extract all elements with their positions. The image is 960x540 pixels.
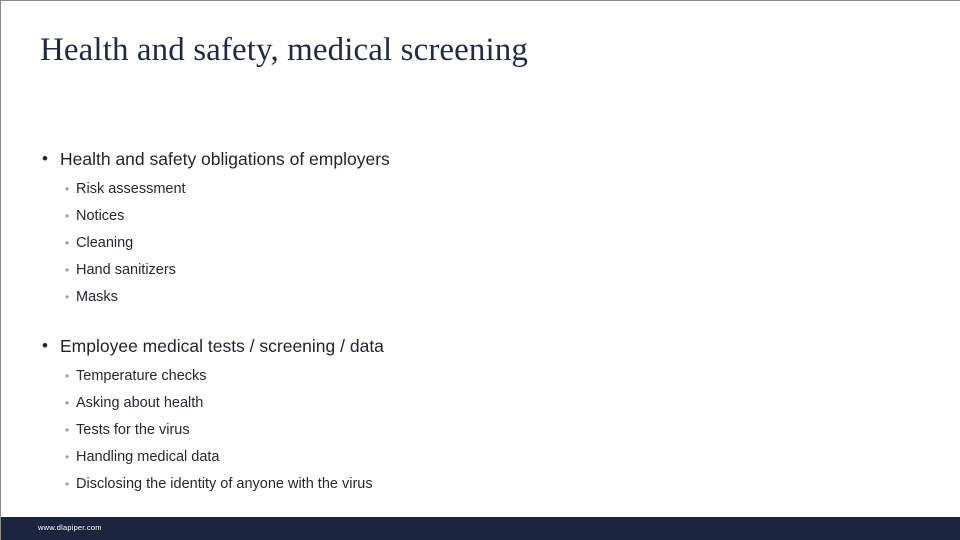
footer-website-url: www.dlapiper.com [38, 523, 102, 532]
bullet-dot-icon: • [42, 149, 48, 168]
bullet-level2-label: Notices [76, 208, 125, 224]
sub-bullet-dot-icon: • [65, 450, 70, 464]
bullet-level2-label: Temperature checks [76, 368, 207, 384]
bullet-level2: • Tests for the virus [40, 420, 920, 447]
bullet-level2-label: Tests for the virus [76, 422, 190, 438]
bullet-level1-label: Health and safety obligations of employe… [60, 149, 390, 169]
page-title: Health and safety, medical screening [40, 32, 528, 68]
bullet-level2-label: Hand sanitizers [76, 262, 176, 278]
sub-bullet-dot-icon: • [65, 290, 70, 304]
bullet-level2: • Cleaning [40, 233, 920, 260]
sub-bullet-dot-icon: • [65, 209, 70, 223]
presentation-slide: Health and safety, medical screening • H… [0, 0, 960, 540]
bullet-dot-icon: • [42, 336, 48, 355]
bullet-group: • Health and safety obligations of emplo… [40, 148, 920, 314]
bullet-level2: • Notices [40, 206, 920, 233]
bullet-level1-label: Employee medical tests / screening / dat… [60, 336, 384, 356]
sub-bullet-dot-icon: • [65, 236, 70, 250]
slide-body: • Health and safety obligations of emplo… [40, 148, 920, 501]
bullet-level2-label: Masks [76, 289, 118, 305]
bullet-level2: • Temperature checks [40, 366, 920, 393]
sub-bullet-dot-icon: • [65, 477, 70, 491]
sub-bullet-list: • Temperature checks • Asking about heal… [40, 366, 920, 501]
bullet-level2-label: Cleaning [76, 235, 134, 251]
bullet-level2: • Risk assessment [40, 179, 920, 206]
sub-bullet-dot-icon: • [65, 369, 70, 383]
bullet-level1: • Employee medical tests / screening / d… [40, 335, 920, 360]
bullet-level2-label: Disclosing the identity of anyone with t… [76, 476, 373, 492]
bullet-level2: • Disclosing the identity of anyone with… [40, 474, 920, 501]
bullet-level2-label: Handling medical data [76, 449, 220, 465]
bullet-level2: • Handling medical data [40, 447, 920, 474]
slide-footer-bar: www.dlapiper.com [1, 517, 960, 540]
bullet-level2-label: Risk assessment [76, 181, 186, 197]
sub-bullet-dot-icon: • [65, 182, 70, 196]
sub-bullet-dot-icon: • [65, 263, 70, 277]
sub-bullet-list: • Risk assessment • Notices • Cleaning •… [40, 179, 920, 314]
bullet-level1: • Health and safety obligations of emplo… [40, 148, 920, 173]
sub-bullet-dot-icon: • [65, 423, 70, 437]
bullet-level2: • Masks [40, 287, 920, 314]
bullet-group: • Employee medical tests / screening / d… [40, 335, 920, 501]
sub-bullet-dot-icon: • [65, 396, 70, 410]
bullet-level2: • Hand sanitizers [40, 260, 920, 287]
bullet-level2: • Asking about health [40, 393, 920, 420]
bullet-level2-label: Asking about health [76, 395, 204, 411]
